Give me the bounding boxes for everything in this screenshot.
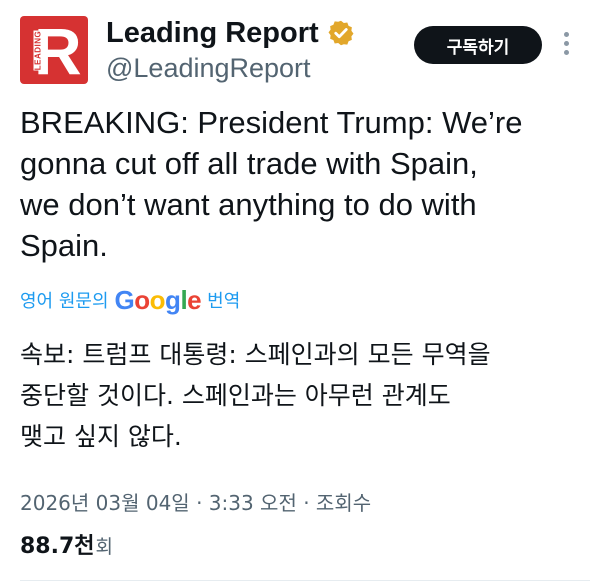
display-name[interactable]: Leading Report [106,16,319,50]
avatar-logo-word: LEADING [33,30,43,71]
timestamp-text: 2026년 03월 04일 · 3:33 오전 · 조회수 [20,491,372,515]
subscribe-button[interactable]: 구독하기 [414,26,542,64]
translate-link[interactable]: 영어 원문의 Google 번역 [20,283,240,317]
google-logo: Google [114,284,202,315]
avatar[interactable]: R LEADING [20,16,88,84]
post-timestamp[interactable]: 2026년 03월 04일 · 3:33 오전 · 조회수 [20,488,371,518]
views-count: 88.7천 [20,534,95,559]
divider [20,580,590,581]
account-handle[interactable]: @LeadingReport [106,52,311,84]
views-label: 회 [95,536,114,558]
display-name-row: Leading Report [106,16,355,50]
post-text: BREAKING: President Trump: We’re gonna c… [20,105,523,263]
tweet-card: R LEADING Leading Report @LeadingReport … [0,0,600,583]
translated-text: 속보: 트럼프 대통령: 스페인과의 모든 무역을 중단할 것이다. 스페인과는… [20,340,491,451]
translate-prefix: 영어 원문의 [20,291,109,312]
views-row[interactable]: 88.7천 회 [20,528,113,560]
translate-suffix: 번역 [207,291,241,312]
verified-badge-icon[interactable] [327,19,355,47]
more-vertical-icon[interactable] [558,32,574,60]
